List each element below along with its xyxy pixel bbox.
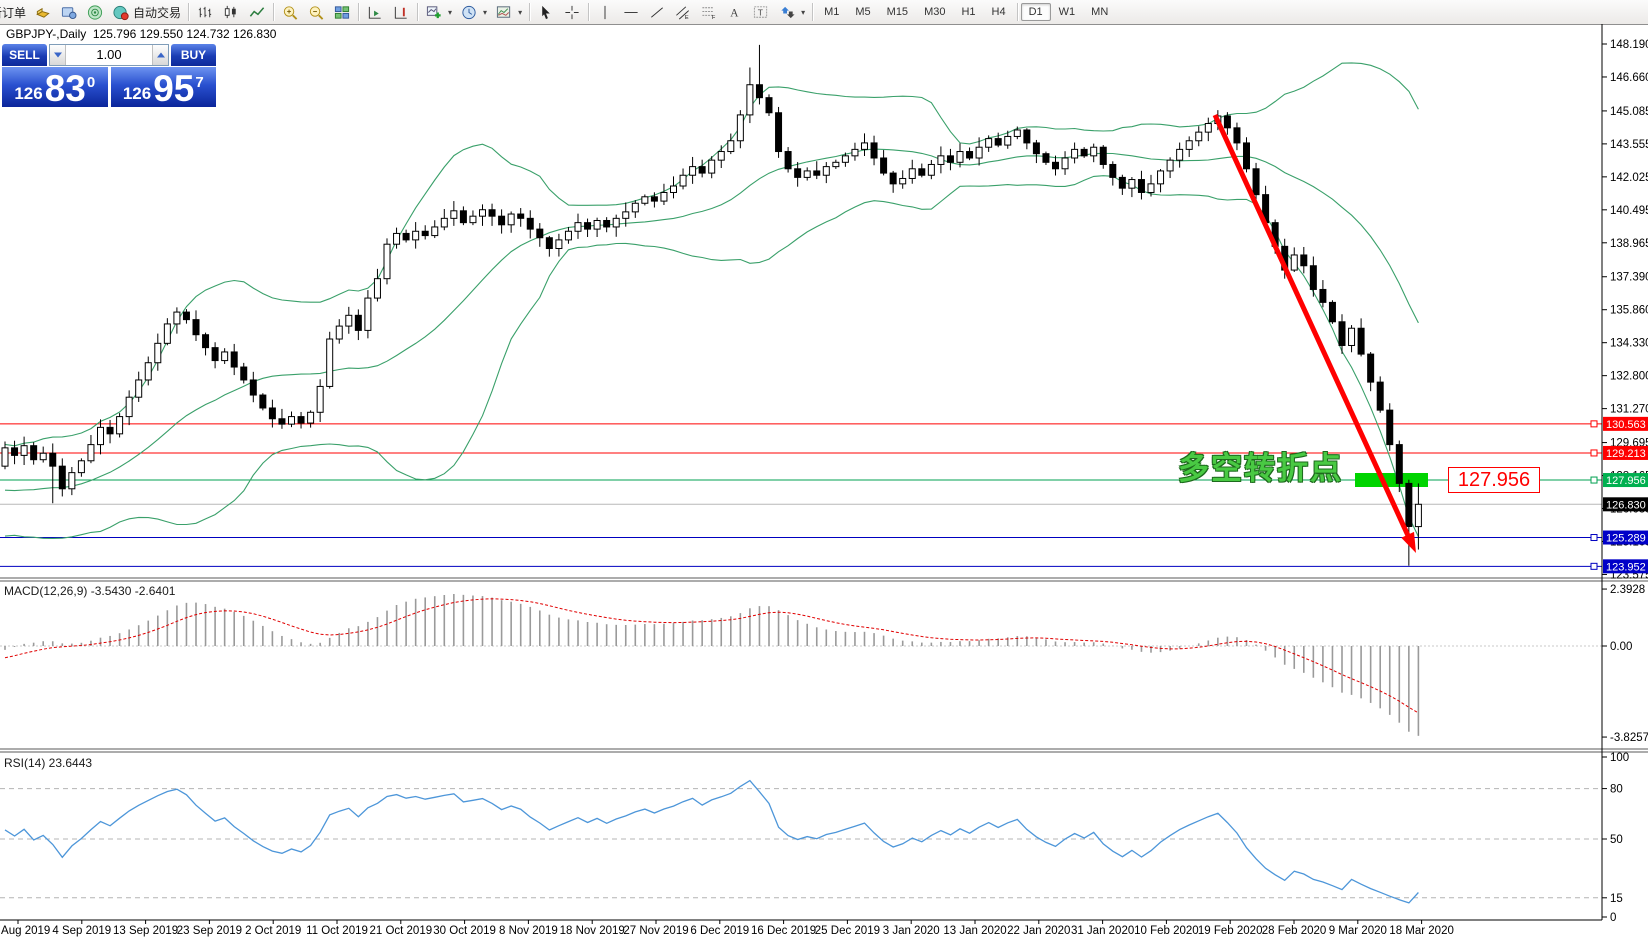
svg-text:18 Mar 2020: 18 Mar 2020 <box>1389 925 1454 937</box>
buy-button[interactable]: BUY <box>171 44 216 66</box>
svg-text:3 Jan 2020: 3 Jan 2020 <box>883 925 940 937</box>
svg-text:19 Feb 2020: 19 Feb 2020 <box>1198 925 1263 937</box>
buy-price-pip: 7 <box>195 75 203 90</box>
svg-text:21 Oct 2019: 21 Oct 2019 <box>369 925 432 937</box>
svg-text:4 Sep 2019: 4 Sep 2019 <box>52 925 111 937</box>
svg-text:28 Feb 2020: 28 Feb 2020 <box>1262 925 1327 937</box>
svg-text:8 Nov 2019: 8 Nov 2019 <box>499 925 558 937</box>
volume-increase-button[interactable] <box>152 45 168 65</box>
svg-text:146.660: 146.660 <box>1610 72 1648 84</box>
volume-decrease-button[interactable] <box>50 45 66 65</box>
svg-text:-3.8257: -3.8257 <box>1610 732 1648 744</box>
sell-price-main: 83 <box>45 73 86 104</box>
mt4-terminal: { "toolbar": { "order_label": "新订单", "au… <box>0 0 1648 946</box>
svg-text:27 Nov 2019: 27 Nov 2019 <box>623 925 688 937</box>
buy-price-main: 95 <box>153 73 194 104</box>
sell-price-prefix: 126 <box>14 85 42 102</box>
svg-text:30 Oct 2019: 30 Oct 2019 <box>433 925 496 937</box>
triangle-down-icon <box>54 53 62 58</box>
svg-text:10 Feb 2020: 10 Feb 2020 <box>1134 925 1199 937</box>
svg-text:2.3928: 2.3928 <box>1610 584 1645 596</box>
svg-text:132.800: 132.800 <box>1610 371 1648 383</box>
one-click-trading-panel: SELL 1.00 BUY 126 83 0 126 95 7 <box>2 44 216 107</box>
highlight-rectangle[interactable] <box>1355 473 1428 487</box>
turning-point-annotation[interactable]: 多空转折点 <box>1178 443 1358 488</box>
svg-text:125.289: 125.289 <box>1606 533 1646 545</box>
svg-text:9 Mar 2020: 9 Mar 2020 <box>1329 925 1387 937</box>
svg-text:140.495: 140.495 <box>1610 205 1648 217</box>
triangle-up-icon <box>157 53 165 58</box>
svg-text:2 Oct 2019: 2 Oct 2019 <box>245 925 301 937</box>
svg-text:13 Jan 2020: 13 Jan 2020 <box>943 925 1006 937</box>
svg-text:131.270: 131.270 <box>1610 404 1648 416</box>
svg-text:126.830: 126.830 <box>1606 499 1646 511</box>
svg-text:15: 15 <box>1610 893 1623 905</box>
buy-price-prefix: 126 <box>123 85 151 102</box>
svg-text:23 Sep 2019: 23 Sep 2019 <box>177 925 242 937</box>
svg-text:148.190: 148.190 <box>1610 39 1648 51</box>
svg-text:0: 0 <box>1610 912 1616 924</box>
svg-text:100: 100 <box>1610 752 1629 764</box>
svg-text:80: 80 <box>1610 784 1623 796</box>
time-axis[interactable]: 26 Aug 20194 Sep 201913 Sep 201923 Sep 2… <box>0 920 1454 937</box>
svg-text:145.085: 145.085 <box>1610 106 1648 118</box>
svg-text:13 Sep 2019: 13 Sep 2019 <box>113 925 178 937</box>
volume-value[interactable]: 1.00 <box>66 45 152 65</box>
svg-text:22 Jan 2020: 22 Jan 2020 <box>1007 925 1070 937</box>
svg-text:123.952: 123.952 <box>1606 561 1646 573</box>
svg-text:6 Dec 2019: 6 Dec 2019 <box>690 925 749 937</box>
macd-label: MACD(12,26,9) -3.5430 -2.6401 <box>4 584 175 598</box>
svg-text:50: 50 <box>1610 834 1623 846</box>
svg-text:16 Dec 2019: 16 Dec 2019 <box>751 925 816 937</box>
svg-text:11 Oct 2019: 11 Oct 2019 <box>306 925 368 937</box>
macd-indicator <box>0 594 1602 736</box>
svg-text:26 Aug 2019: 26 Aug 2019 <box>0 925 50 937</box>
svg-text:134.330: 134.330 <box>1610 338 1648 350</box>
rsi-indicator <box>0 781 1602 903</box>
price-callout-box[interactable]: 127.956 <box>1448 467 1540 493</box>
svg-text:143.555: 143.555 <box>1610 139 1648 151</box>
svg-text:135.860: 135.860 <box>1610 305 1648 317</box>
sell-price-display[interactable]: 126 83 0 <box>2 67 108 107</box>
svg-text:137.390: 137.390 <box>1610 272 1648 284</box>
svg-text:142.025: 142.025 <box>1610 172 1648 184</box>
svg-text:31 Jan 2020: 31 Jan 2020 <box>1071 925 1134 937</box>
sell-button[interactable]: SELL <box>2 44 47 66</box>
chart-area[interactable]: 148.190 146.660 145.085 143.555 142.025 140.4… <box>0 0 1648 946</box>
buy-price-display[interactable]: 126 95 7 <box>111 67 217 107</box>
svg-text:18 Nov 2019: 18 Nov 2019 <box>560 925 625 937</box>
svg-text:129.213: 129.213 <box>1606 448 1646 460</box>
rsi-label: RSI(14) 23.6443 <box>4 756 92 770</box>
svg-text:138.965: 138.965 <box>1610 238 1648 250</box>
svg-text:130.563: 130.563 <box>1606 419 1646 431</box>
svg-text:0.00: 0.00 <box>1610 641 1632 653</box>
svg-text:127.956: 127.956 <box>1606 475 1646 487</box>
svg-text:25 Dec 2019: 25 Dec 2019 <box>815 925 880 937</box>
sell-price-pip: 0 <box>87 75 95 90</box>
volume-stepper: 1.00 <box>49 44 169 66</box>
